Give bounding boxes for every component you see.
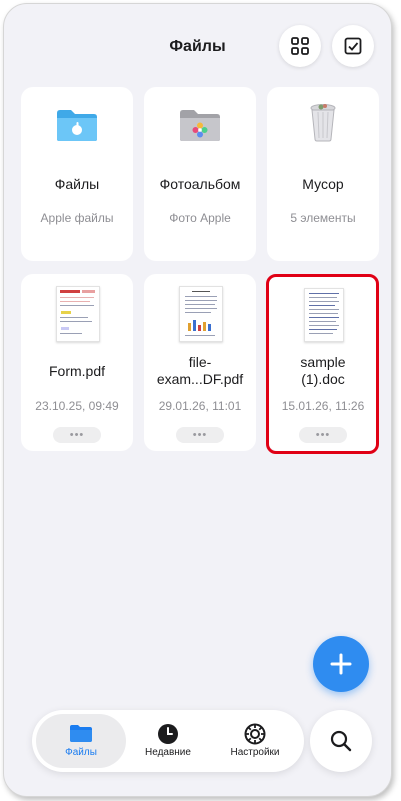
tab-settings[interactable]: Настройки: [210, 714, 300, 768]
grid-icon: [291, 37, 309, 55]
photos-folder-icon: [180, 110, 220, 141]
folder-subtitle: Фото Apple: [169, 211, 231, 225]
search-icon: [330, 730, 352, 752]
file-card-form-pdf[interactable]: Form.pdf 23.10.25, 09:49 •••: [21, 274, 133, 451]
app-window: Файлы Файлы Apple файлы Фотоальбом Фото …: [3, 3, 392, 797]
clock-icon: [158, 724, 178, 744]
tab-recent[interactable]: Недавние: [123, 714, 213, 768]
folder-subtitle: Apple файлы: [40, 211, 114, 225]
select-button[interactable]: [332, 25, 374, 67]
pdf-thumbnail: [56, 286, 100, 342]
folder-card-files[interactable]: Файлы Apple файлы: [21, 87, 133, 261]
folder-icon: [70, 725, 92, 742]
folder-name: Мусор: [302, 176, 344, 192]
plus-icon: [330, 653, 352, 675]
folder-name: Файлы: [54, 176, 100, 192]
pdf-thumbnail: [179, 286, 223, 342]
folder-name: Фотоальбом: [159, 176, 241, 192]
checkbox-icon: [344, 37, 362, 55]
add-button[interactable]: [313, 636, 369, 692]
tab-files[interactable]: Файлы: [36, 714, 126, 768]
file-date: 29.01.26, 11:01: [158, 399, 242, 413]
tab-bar: Файлы Недавние Настройки: [32, 710, 304, 772]
more-options-button[interactable]: •••: [53, 427, 101, 443]
trash-bin-icon: [310, 104, 336, 142]
folder-subtitle: 5 элементы: [290, 211, 356, 225]
file-date: 23.10.25, 09:49: [35, 399, 119, 413]
folder-card-photos[interactable]: Фотоальбом Фото Apple: [144, 87, 256, 261]
blue-folder-icon: [57, 110, 97, 141]
gear-icon: [244, 723, 266, 745]
search-button[interactable]: [310, 710, 372, 772]
file-name: Form.pdf: [48, 363, 105, 379]
file-card-example-pdf[interactable]: file- exam...DF.pdf 29.01.26, 11:01 •••: [144, 274, 256, 451]
more-options-button[interactable]: •••: [176, 427, 224, 443]
file-name-line2: exam...DF.pdf: [156, 371, 244, 387]
tab-label: Файлы: [65, 747, 97, 758]
grid-view-button[interactable]: [279, 25, 321, 67]
tab-label: Недавние: [145, 747, 191, 758]
tab-label: Настройки: [230, 747, 280, 758]
selection-highlight: [266, 274, 379, 454]
folder-card-trash[interactable]: Мусор 5 элементы: [267, 87, 379, 261]
file-name-line1: file-: [188, 354, 212, 370]
